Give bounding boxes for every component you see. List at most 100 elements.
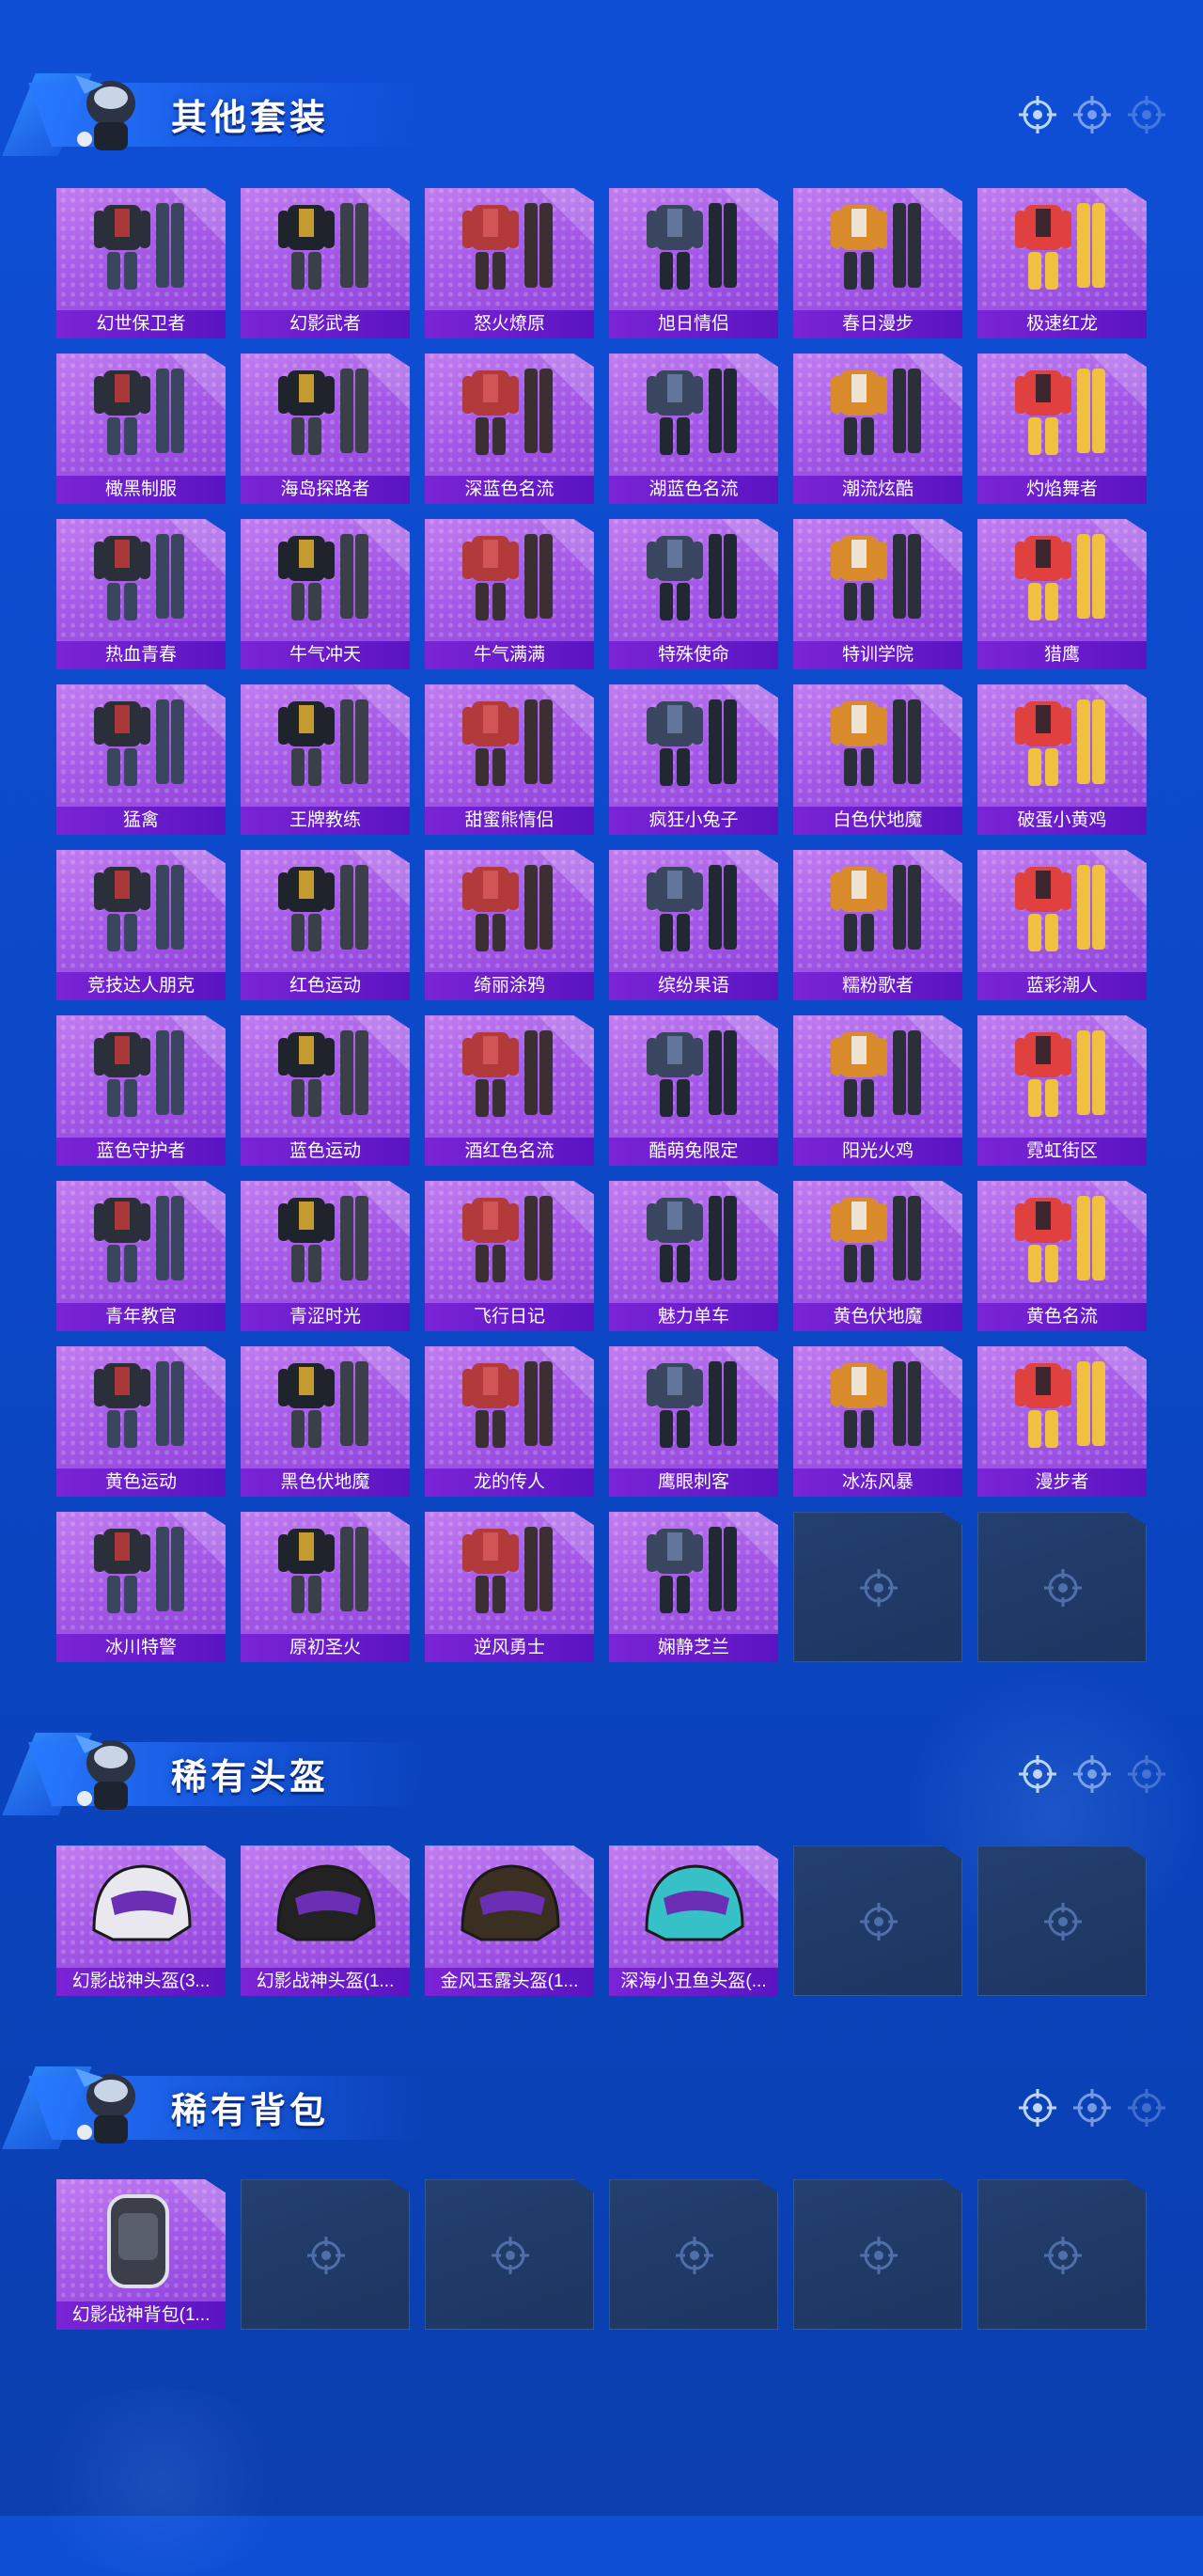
- item-image: [94, 865, 184, 951]
- item-card[interactable]: 深蓝色名流: [425, 353, 594, 504]
- item-card[interactable]: 青年教官: [56, 1181, 226, 1331]
- item-image: [647, 865, 737, 951]
- item-card[interactable]: 娴静芝兰: [609, 1512, 778, 1662]
- item-image: [831, 865, 921, 951]
- item-label: 绮丽涂鸦: [425, 972, 594, 1000]
- item-image: [278, 1030, 368, 1117]
- item-label: 鹰眼刺客: [609, 1469, 778, 1497]
- item-card[interactable]: 鹰眼刺客: [609, 1346, 778, 1497]
- item-card[interactable]: 黑色伏地魔: [241, 1346, 410, 1497]
- item-card[interactable]: 糯粉歌者: [793, 850, 962, 1000]
- item-image: [462, 1030, 553, 1117]
- item-card[interactable]: 冰川特警: [56, 1512, 226, 1662]
- item-card[interactable]: 阳光火鸡: [793, 1015, 962, 1166]
- item-card[interactable]: 王牌教练: [241, 684, 410, 835]
- item-card[interactable]: 猛禽: [56, 684, 226, 835]
- item-card[interactable]: 蓝彩潮人: [977, 850, 1147, 1000]
- item-card[interactable]: 幻影战神头盔(3...: [56, 1846, 226, 1996]
- item-label: 霓虹街区: [977, 1138, 1147, 1166]
- item-card[interactable]: 灼焰舞者: [977, 353, 1147, 504]
- item-card[interactable]: 幻影武者: [241, 188, 410, 338]
- item-image: [462, 1361, 553, 1448]
- item-card[interactable]: 酷萌兔限定: [609, 1015, 778, 1166]
- item-card[interactable]: 逆风勇士: [425, 1512, 594, 1662]
- item-card[interactable]: 幻影战神头盔(1...: [241, 1846, 410, 1996]
- item-card[interactable]: 海岛探路者: [241, 353, 410, 504]
- item-grid: 幻影战神头盔(3... 幻影战神头盔(1... 金风玉露头盔(1... 深海小丑鱼头盔…: [56, 1846, 1147, 1996]
- empty-slot: [977, 1512, 1147, 1662]
- item-card[interactable]: 疯狂小兔子: [609, 684, 778, 835]
- item-card[interactable]: 甜蜜熊情侣: [425, 684, 594, 835]
- crosshair-decoration: [1017, 94, 1167, 135]
- item-card[interactable]: 白色伏地魔: [793, 684, 962, 835]
- item-label: 漫步者: [977, 1469, 1147, 1497]
- item-label: 海岛探路者: [241, 476, 410, 504]
- background-parachute-decoration-2: [19, 2388, 301, 2576]
- item-card[interactable]: 怒火燎原: [425, 188, 594, 338]
- crosshair-decoration: [1017, 1753, 1167, 1795]
- empty-slot: [977, 2179, 1147, 2330]
- item-card[interactable]: 幻世保卫者: [56, 188, 226, 338]
- item-label: 红色运动: [241, 972, 410, 1000]
- item-label: 怒火燎原: [425, 310, 594, 338]
- item-label: 幻影战神头盔(3...: [56, 1968, 226, 1996]
- item-card[interactable]: 蓝色守护者: [56, 1015, 226, 1166]
- item-grid: 幻影战神背包(1...: [56, 2179, 1147, 2330]
- item-card[interactable]: 橄黑制服: [56, 353, 226, 504]
- item-card[interactable]: 飞行日记: [425, 1181, 594, 1331]
- item-card[interactable]: 特殊使命: [609, 519, 778, 669]
- item-card[interactable]: 特训学院: [793, 519, 962, 669]
- section-header: 稀有头盔: [0, 1659, 1203, 1815]
- item-label: 蓝彩潮人: [977, 972, 1147, 1000]
- empty-slot: [793, 1846, 962, 1996]
- crosshair-icon: [1073, 1755, 1111, 1793]
- item-image: [107, 2194, 169, 2288]
- item-card[interactable]: 牛气满满: [425, 519, 594, 669]
- item-card[interactable]: 黄色名流: [977, 1181, 1147, 1331]
- item-card[interactable]: 牛气冲天: [241, 519, 410, 669]
- item-card[interactable]: 幻影战神背包(1...: [56, 2179, 226, 2330]
- item-card[interactable]: 湖蓝色名流: [609, 353, 778, 504]
- item-card[interactable]: 潮流炫酷: [793, 353, 962, 504]
- item-card[interactable]: 旭日情侣: [609, 188, 778, 338]
- item-card[interactable]: 蓝色运动: [241, 1015, 410, 1166]
- section-header: 其他套装: [0, 0, 1203, 156]
- item-card[interactable]: 原初圣火: [241, 1512, 410, 1662]
- item-label: 牛气冲天: [241, 641, 410, 669]
- item-card[interactable]: 魅力单车: [609, 1181, 778, 1331]
- item-image: [647, 1030, 737, 1117]
- item-card[interactable]: 极速红龙: [977, 188, 1147, 338]
- item-image: [278, 1196, 368, 1282]
- item-image: [831, 1030, 921, 1117]
- empty-slot-crosshair-icon: [676, 2237, 713, 2274]
- item-card[interactable]: 金风玉露头盔(1...: [425, 1846, 594, 1996]
- item-card[interactable]: 酒红色名流: [425, 1015, 594, 1166]
- item-image: [462, 865, 553, 951]
- item-card[interactable]: 龙的传人: [425, 1346, 594, 1497]
- item-image: [647, 699, 737, 786]
- item-card[interactable]: 热血青春: [56, 519, 226, 669]
- item-card[interactable]: 破蛋小黄鸡: [977, 684, 1147, 835]
- item-card[interactable]: 深海小丑鱼头盔(...: [609, 1846, 778, 1996]
- item-label: 特殊使命: [609, 641, 778, 669]
- item-card[interactable]: 猎鹰: [977, 519, 1147, 669]
- item-card[interactable]: 绮丽涂鸦: [425, 850, 594, 1000]
- item-card[interactable]: 漫步者: [977, 1346, 1147, 1497]
- item-card[interactable]: 红色运动: [241, 850, 410, 1000]
- empty-slot-crosshair-icon: [860, 1903, 898, 1940]
- item-label: 甜蜜熊情侣: [425, 807, 594, 835]
- item-image: [1015, 1361, 1105, 1448]
- item-card[interactable]: 青涩时光: [241, 1181, 410, 1331]
- item-label: 王牌教练: [241, 807, 410, 835]
- item-card[interactable]: 竞技达人朋克: [56, 850, 226, 1000]
- item-image: [831, 699, 921, 786]
- item-card[interactable]: 黄色运动: [56, 1346, 226, 1497]
- item-card[interactable]: 春日漫步: [793, 188, 962, 338]
- mascot-icon: [75, 2068, 135, 2144]
- item-card[interactable]: 缤纷果语: [609, 850, 778, 1000]
- item-card[interactable]: 霓虹街区: [977, 1015, 1147, 1166]
- item-card[interactable]: 黄色伏地魔: [793, 1181, 962, 1331]
- item-label: 竞技达人朋克: [56, 972, 226, 1000]
- item-card[interactable]: 冰冻风暴: [793, 1346, 962, 1497]
- item-label: 黄色运动: [56, 1469, 226, 1497]
